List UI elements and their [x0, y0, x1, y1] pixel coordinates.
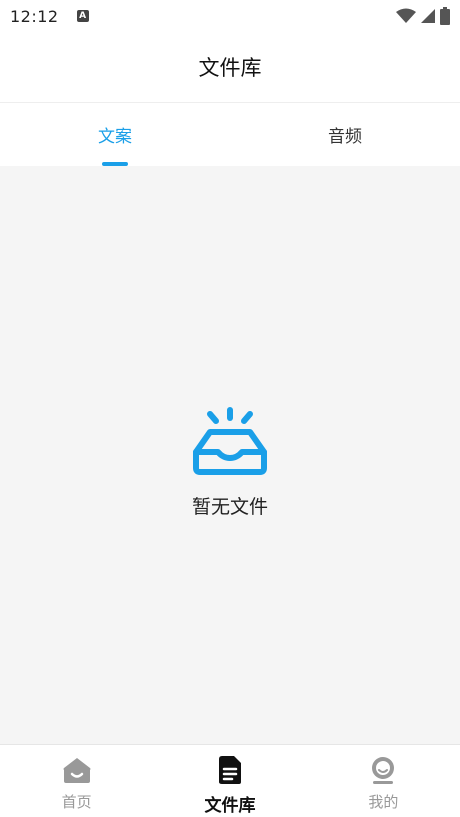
nav-file-library[interactable]: 文件库 [153, 745, 306, 817]
inbox-icon [193, 407, 267, 475]
tab-label: 音频 [328, 127, 362, 147]
status-bar: 12:12 A [0, 0, 460, 32]
bottom-nav: 首页 文件库 我的 [0, 744, 460, 817]
content-area: 暂无文件 [0, 166, 460, 744]
nav-home[interactable]: 首页 [0, 745, 153, 817]
notification-icon: A [76, 10, 89, 22]
home-icon [63, 758, 91, 783]
empty-message: 暂无文件 [191, 496, 268, 518]
page-title: 文件库 [198, 56, 262, 80]
status-icons [396, 7, 450, 25]
document-icon [218, 756, 241, 784]
tab-bar: 文案 音频 [0, 102, 460, 166]
tab-copywriting[interactable]: 文案 [0, 103, 230, 166]
tab-label: 文案 [98, 127, 132, 147]
wifi-icon [396, 8, 416, 23]
app-header: 文件库 [0, 32, 460, 102]
nav-profile[interactable]: 我的 [307, 745, 460, 817]
nav-label: 文件库 [204, 796, 256, 816]
battery-icon [440, 7, 450, 25]
nav-label: 我的 [368, 793, 399, 811]
nav-label: 首页 [61, 793, 92, 811]
signal-icon [421, 9, 435, 23]
empty-state: 暂无文件 [0, 406, 460, 519]
status-time: 12:12 [10, 6, 59, 26]
profile-icon [372, 757, 395, 784]
tab-audio[interactable]: 音频 [230, 103, 460, 166]
